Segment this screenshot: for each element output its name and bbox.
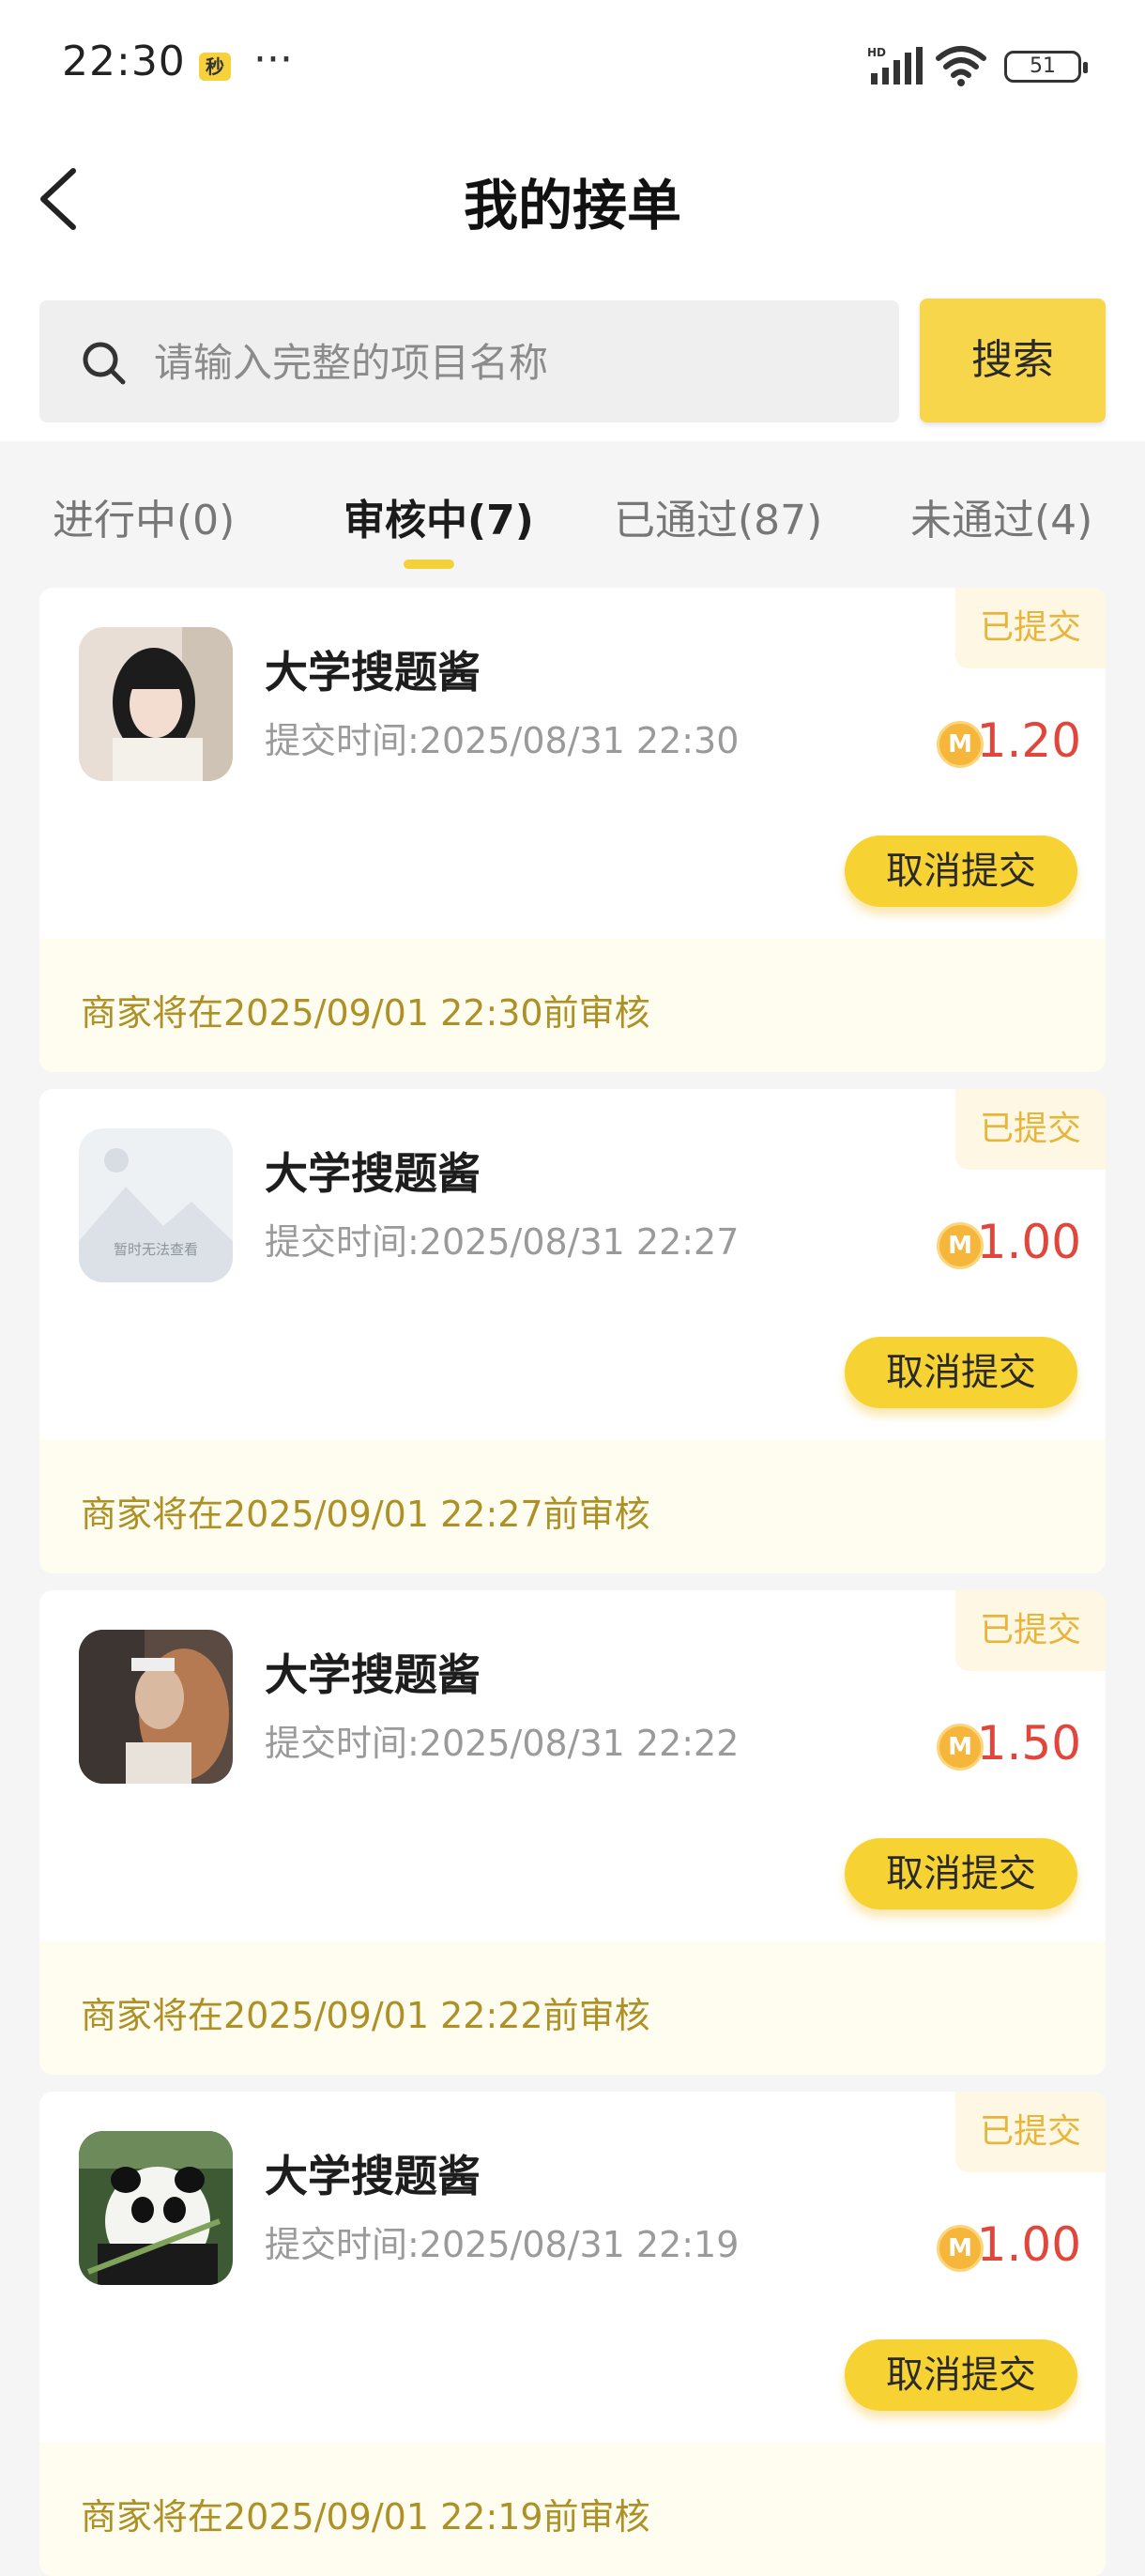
project-name: 大学搜题酱 xyxy=(265,1148,481,1199)
reward-price: 1.50 xyxy=(976,1716,1081,1771)
reward-price: 1.00 xyxy=(976,2217,1081,2272)
reward-price: 1.00 xyxy=(976,1215,1081,1269)
submit-time: 提交时间:2025/08/31 22:22 xyxy=(265,1723,740,1764)
project-thumbnail xyxy=(79,1630,233,1784)
panda-photo-icon xyxy=(79,2131,233,2285)
submit-time: 提交时间:2025/08/31 22:27 xyxy=(265,1221,740,1263)
battery-icon: 51 xyxy=(1004,51,1088,83)
review-deadline-text: 商家将在2025/09/01 22:30前审核 xyxy=(81,992,650,1034)
status-badge: 已提交 xyxy=(955,2092,1106,2172)
active-tab-indicator xyxy=(404,560,454,569)
project-thumbnail: 暂时无法查看 xyxy=(79,1128,233,1282)
photo-icon xyxy=(79,1630,233,1784)
cancel-submit-button[interactable]: 取消提交 xyxy=(845,1838,1077,1909)
review-deadline: 商家将在2025/09/01 22:30前审核 xyxy=(39,939,1106,1072)
cancel-submit-button[interactable]: 取消提交 xyxy=(845,1337,1077,1408)
nav-bar: 我的接单 xyxy=(0,141,1145,253)
search-button[interactable]: 搜索 xyxy=(920,299,1106,422)
review-deadline-text: 商家将在2025/09/01 22:19前审核 xyxy=(81,2496,650,2538)
reward-price: 1.20 xyxy=(976,713,1081,768)
status-time: 22:30 xyxy=(62,38,186,85)
battery-level: 51 xyxy=(1030,54,1056,78)
tab-in-progress[interactable]: 进行中(0) xyxy=(53,486,235,546)
project-thumbnail xyxy=(79,2131,233,2285)
portrait-photo-icon xyxy=(79,627,233,781)
status-tabs: 进行中(0) 审核中(7) 已通过(87) 未通过(4) xyxy=(0,441,1145,582)
submit-time: 提交时间:2025/08/31 22:19 xyxy=(265,2224,740,2265)
header-area: 22:30 秒 ··· HD 51 我的接单 搜索 xyxy=(0,0,1145,441)
search-input[interactable] xyxy=(152,300,869,424)
page-title: 我的接单 xyxy=(463,174,681,238)
search-bar[interactable] xyxy=(39,300,899,424)
cancel-submit-button[interactable]: 取消提交 xyxy=(845,2339,1077,2411)
tab-rejected[interactable]: 未通过(4) xyxy=(910,486,1092,546)
more-notifications-icon: ··· xyxy=(253,36,293,84)
status-badge: 已提交 xyxy=(955,1590,1106,1671)
placeholder-text: 暂时无法查看 xyxy=(113,1241,198,1258)
review-deadline: 商家将在2025/09/01 22:27前审核 xyxy=(39,1440,1106,1573)
review-deadline: 商家将在2025/09/01 22:19前审核 xyxy=(39,2443,1106,2576)
wifi-icon xyxy=(936,46,986,86)
status-badge: 已提交 xyxy=(955,1089,1106,1170)
order-card[interactable]: 暂时无法查看 大学搜题酱 提交时间:2025/08/31 22:27 已提交 M… xyxy=(39,1089,1106,1573)
project-name: 大学搜题酱 xyxy=(265,2151,481,2201)
signal-icon: HD xyxy=(867,46,923,84)
review-deadline: 商家将在2025/09/01 22:22前审核 xyxy=(39,1941,1106,2075)
submit-time: 提交时间:2025/08/31 22:30 xyxy=(265,720,740,761)
tab-approved[interactable]: 已通过(87) xyxy=(614,486,822,546)
app-notification-icon: 秒 xyxy=(199,53,231,81)
status-badge: 已提交 xyxy=(955,588,1106,668)
order-card[interactable]: 大学搜题酱 提交时间:2025/08/31 22:22 已提交 M 1.50 取… xyxy=(39,1590,1106,2075)
order-card[interactable]: 大学搜题酱 提交时间:2025/08/31 22:19 已提交 M 1.00 取… xyxy=(39,2092,1106,2576)
project-name: 大学搜题酱 xyxy=(265,1649,481,1700)
svg-text:HD: HD xyxy=(867,46,886,59)
cancel-submit-button[interactable]: 取消提交 xyxy=(845,836,1077,907)
image-placeholder-icon xyxy=(79,1128,233,1282)
review-deadline-text: 商家将在2025/09/01 22:22前审核 xyxy=(81,1995,650,2036)
project-name: 大学搜题酱 xyxy=(265,647,481,698)
project-thumbnail xyxy=(79,627,233,781)
tab-under-review[interactable]: 审核中(7) xyxy=(344,486,534,546)
search-icon xyxy=(83,342,126,385)
status-bar: 22:30 秒 ··· HD 51 xyxy=(0,0,1145,131)
order-card[interactable]: 大学搜题酱 提交时间:2025/08/31 22:30 已提交 M 1.20 取… xyxy=(39,588,1106,1072)
review-deadline-text: 商家将在2025/09/01 22:27前审核 xyxy=(81,1494,650,1535)
